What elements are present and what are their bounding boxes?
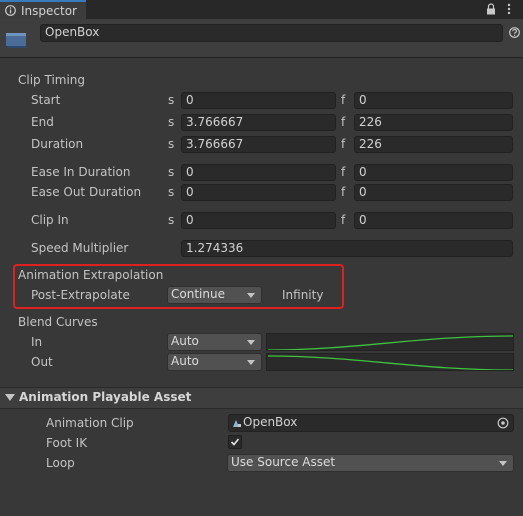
help-icon[interactable] — [509, 27, 520, 38]
duration-seconds-field[interactable]: 3.766667 — [181, 136, 336, 153]
duration-frames-field[interactable]: 226 — [354, 136, 513, 153]
post-extrapolate-info: Infinity — [282, 288, 324, 302]
ease-in-sec-unit: s — [168, 165, 175, 179]
tab-inspector[interactable]: Inspector — [0, 0, 86, 19]
duration-label: Duration — [31, 137, 84, 151]
chevron-down-icon — [499, 461, 507, 466]
chevron-down-icon — [247, 340, 255, 345]
blend-in-dropdown[interactable]: Auto — [167, 333, 262, 351]
foot-ik-checkbox[interactable] — [228, 435, 242, 449]
clip-in-sec-unit: s — [168, 213, 175, 227]
start-seconds-field[interactable]: 0 — [181, 92, 336, 109]
end-frames-field[interactable]: 226 — [354, 114, 513, 131]
playable-asset-title: Animation Playable Asset — [19, 390, 192, 404]
info-icon — [5, 5, 16, 16]
ease-out-label: Ease Out Duration — [31, 185, 142, 199]
post-extrapolate-dropdown[interactable]: Continue — [167, 286, 262, 304]
blend-curves-title: Blend Curves — [18, 315, 98, 329]
ease-out-sec-unit: s — [168, 185, 175, 199]
ease-in-frames-field[interactable]: 0 — [354, 164, 513, 181]
start-frames-field[interactable]: 0 — [354, 92, 513, 109]
clip-in-label: Clip In — [31, 213, 69, 227]
duration-sec-unit: s — [168, 137, 175, 151]
start-label: Start — [31, 93, 61, 107]
chevron-down-icon — [247, 293, 255, 298]
foot-ik-label: Foot IK — [46, 436, 88, 450]
animation-clip-icon — [233, 420, 241, 427]
blend-in-curve[interactable] — [266, 333, 514, 351]
blend-in-label: In — [31, 335, 43, 349]
ease-in-frame-unit: f — [341, 165, 346, 179]
end-label: End — [31, 115, 54, 129]
ease-in-label: Ease In Duration — [31, 165, 131, 179]
ease-in-seconds-field[interactable]: 0 — [181, 164, 336, 181]
duration-frame-unit: f — [341, 137, 346, 151]
post-extrapolate-label: Post-Extrapolate — [31, 288, 130, 302]
inspector-header: OpenBox — [0, 19, 523, 58]
start-frame-unit: f — [341, 93, 346, 107]
more-options-icon[interactable] — [506, 3, 512, 15]
ease-out-frame-unit: f — [341, 185, 346, 199]
tab-title: Inspector — [21, 4, 77, 18]
clip-in-seconds-field[interactable]: 0 — [181, 212, 336, 229]
clip-in-frames-field[interactable]: 0 — [354, 212, 513, 229]
animation-clip-field[interactable]: OpenBox — [228, 414, 514, 432]
lock-icon[interactable] — [486, 3, 496, 15]
extrapolation-title: Animation Extrapolation — [18, 268, 164, 282]
blend-out-label: Out — [31, 355, 53, 369]
animation-clip-label: Animation Clip — [46, 416, 134, 430]
loop-dropdown[interactable]: Use Source Asset — [227, 454, 514, 472]
animation-clip-value: OpenBox — [243, 415, 298, 429]
playable-asset-header[interactable]: Animation Playable Asset — [0, 387, 523, 409]
chevron-down-icon — [247, 360, 255, 365]
blend-out-dropdown[interactable]: Auto — [167, 353, 262, 371]
end-seconds-field[interactable]: 3.766667 — [181, 114, 336, 131]
start-sec-unit: s — [168, 93, 175, 107]
speed-multiplier-field[interactable]: 1.274336 — [181, 240, 513, 257]
object-name-field[interactable]: OpenBox — [40, 24, 503, 42]
end-frame-unit: f — [341, 115, 346, 129]
blend-out-curve[interactable] — [266, 353, 514, 371]
object-picker-icon[interactable] — [497, 417, 509, 429]
blend-out-value: Auto — [171, 354, 199, 368]
loop-value: Use Source Asset — [231, 455, 336, 469]
foldout-arrow-icon[interactable] — [5, 394, 15, 402]
loop-label: Loop — [46, 456, 75, 470]
clip-in-frame-unit: f — [341, 213, 346, 227]
post-extrapolate-value: Continue — [171, 287, 225, 301]
ease-out-seconds-field[interactable]: 0 — [181, 184, 336, 201]
clip-object-icon — [6, 33, 26, 48]
end-sec-unit: s — [168, 115, 175, 129]
ease-out-frames-field[interactable]: 0 — [354, 184, 513, 201]
clip-timing-title: Clip Timing — [18, 73, 86, 87]
tab-bar: Inspector — [0, 0, 523, 19]
blend-in-value: Auto — [171, 334, 199, 348]
speed-multiplier-label: Speed Multiplier — [31, 241, 129, 255]
checkmark-icon — [230, 438, 240, 446]
